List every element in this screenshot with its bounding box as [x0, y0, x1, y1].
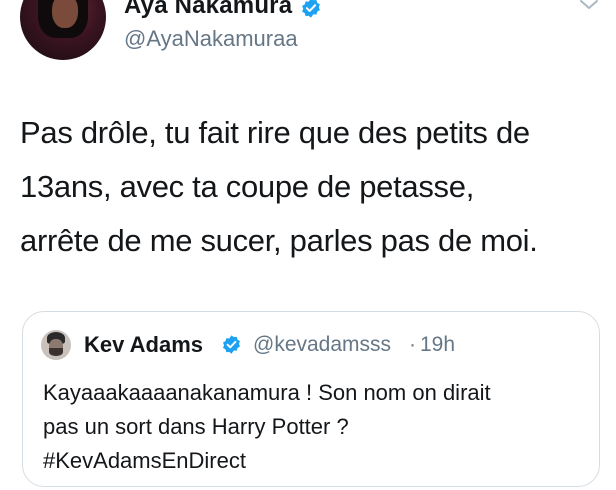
tweet-page: Aya Nakamura @AyaNakamuraa Pas drôle, tu… [0, 0, 616, 490]
quoted-tweet-card[interactable]: Kev Adams @kevadamsss · 19h Kayaaakaaaan… [22, 311, 600, 487]
chevron-down-icon[interactable] [578, 0, 600, 12]
avatar-face [52, 0, 78, 28]
quoted-tweet-text: Kayaaakaaaanakanamura ! Son nom on dirai… [43, 380, 491, 473]
quoted-author-handle[interactable]: @kevadamsss [253, 333, 391, 357]
author-avatar[interactable] [20, 0, 106, 60]
avatar-beard [49, 348, 63, 356]
quoted-timestamp[interactable]: 19h [420, 333, 455, 357]
verified-badge-icon [302, 0, 320, 18]
verified-badge-icon [223, 335, 240, 354]
quoted-author-name[interactable]: Kev Adams [84, 332, 203, 358]
meta-separator: · [409, 333, 416, 356]
tweet-text: Pas drôle, tu fait rire que des petits d… [20, 115, 538, 258]
author-handle[interactable]: @AyaNakamuraa [124, 26, 298, 52]
author-name[interactable]: Aya Nakamura [124, 0, 292, 20]
quoted-author-avatar[interactable] [41, 330, 71, 360]
